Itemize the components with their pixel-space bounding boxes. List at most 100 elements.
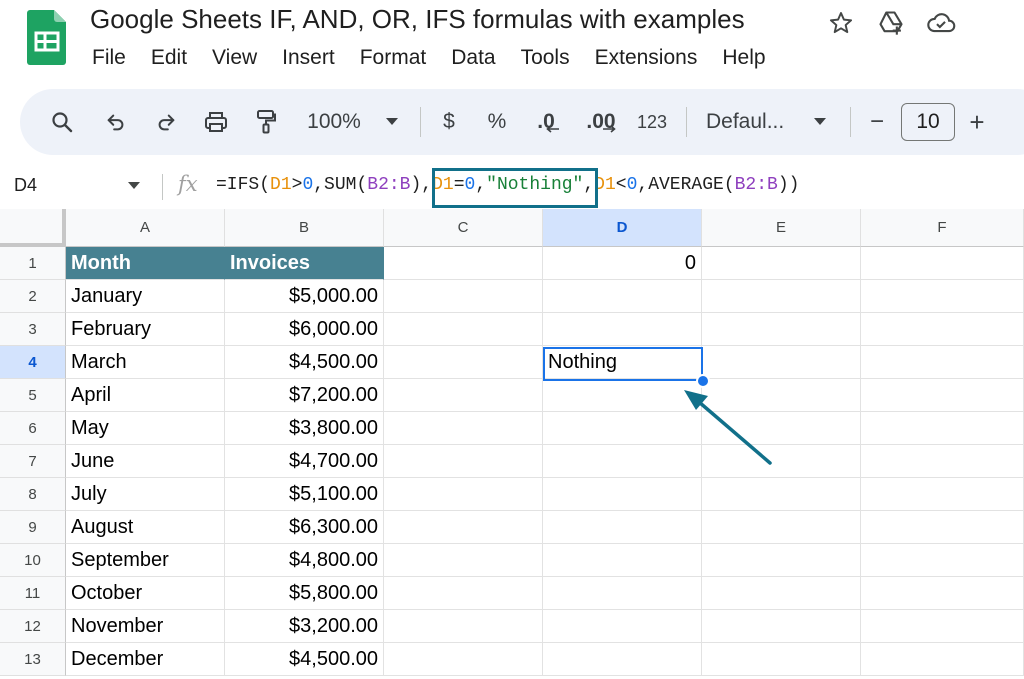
- undo-icon[interactable]: [100, 89, 132, 155]
- cell-b13[interactable]: $4,500.00: [225, 643, 384, 676]
- cell-f12[interactable]: [861, 610, 1024, 643]
- cell-b9[interactable]: $6,300.00: [225, 511, 384, 544]
- cell-b5[interactable]: $7,200.00: [225, 379, 384, 412]
- cell-a6[interactable]: May: [66, 412, 225, 445]
- cell-c13[interactable]: [384, 643, 543, 676]
- cell-a4[interactable]: March: [66, 346, 225, 379]
- number-format-button[interactable]: 123: [632, 89, 672, 155]
- cell-e11[interactable]: [702, 577, 861, 610]
- cell-f11[interactable]: [861, 577, 1024, 610]
- cell-c11[interactable]: [384, 577, 543, 610]
- star-icon[interactable]: [826, 8, 856, 38]
- menu-edit[interactable]: Edit: [151, 46, 187, 70]
- cloud-saved-icon[interactable]: [926, 8, 956, 38]
- cell-d12[interactable]: [543, 610, 702, 643]
- cell-b8[interactable]: $5,100.00: [225, 478, 384, 511]
- menu-help[interactable]: Help: [722, 46, 765, 70]
- cell-a8[interactable]: July: [66, 478, 225, 511]
- cell-e2[interactable]: [702, 280, 861, 313]
- cell-c4[interactable]: [384, 346, 543, 379]
- cell-c12[interactable]: [384, 610, 543, 643]
- document-title[interactable]: Google Sheets IF, AND, OR, IFS formulas …: [90, 4, 745, 35]
- cell-b10[interactable]: $4,800.00: [225, 544, 384, 577]
- cell-e3[interactable]: [702, 313, 861, 346]
- cell-b1[interactable]: Invoices: [225, 247, 384, 280]
- chevron-down-icon[interactable]: [382, 89, 402, 155]
- zoom-select[interactable]: 100%: [302, 89, 366, 155]
- cell-c7[interactable]: [384, 445, 543, 478]
- menu-format[interactable]: Format: [360, 46, 427, 70]
- row-header-10[interactable]: 10: [0, 544, 66, 577]
- cell-a5[interactable]: April: [66, 379, 225, 412]
- paint-format-icon[interactable]: [250, 89, 282, 155]
- row-header-2[interactable]: 2: [0, 280, 66, 313]
- print-icon[interactable]: [200, 89, 232, 155]
- cell-f6[interactable]: [861, 412, 1024, 445]
- cell-f8[interactable]: [861, 478, 1024, 511]
- menu-file[interactable]: File: [92, 46, 126, 70]
- cell-a7[interactable]: June: [66, 445, 225, 478]
- decrease-font-size-button[interactable]: −: [864, 89, 890, 155]
- select-all-corner[interactable]: [0, 209, 66, 247]
- cell-c9[interactable]: [384, 511, 543, 544]
- cell-e1[interactable]: [702, 247, 861, 280]
- percent-format-button[interactable]: %: [484, 89, 510, 155]
- cell-b4[interactable]: $4,500.00: [225, 346, 384, 379]
- column-header-b[interactable]: B: [225, 209, 384, 247]
- cell-b12[interactable]: $3,200.00: [225, 610, 384, 643]
- row-header-8[interactable]: 8: [0, 478, 66, 511]
- currency-format-button[interactable]: $: [436, 89, 462, 155]
- cell-c10[interactable]: [384, 544, 543, 577]
- cell-e9[interactable]: [702, 511, 861, 544]
- cell-d11[interactable]: [543, 577, 702, 610]
- cell-a2[interactable]: January: [66, 280, 225, 313]
- row-header-3[interactable]: 3: [0, 313, 66, 346]
- cell-f1[interactable]: [861, 247, 1024, 280]
- chevron-down-icon[interactable]: [128, 182, 140, 190]
- row-header-1[interactable]: 1: [0, 247, 66, 280]
- cell-b2[interactable]: $5,000.00: [225, 280, 384, 313]
- column-header-e[interactable]: E: [702, 209, 861, 247]
- cell-d10[interactable]: [543, 544, 702, 577]
- cell-d13[interactable]: [543, 643, 702, 676]
- row-header-4[interactable]: 4: [0, 346, 66, 379]
- increase-font-size-button[interactable]: +: [964, 89, 990, 155]
- cell-f7[interactable]: [861, 445, 1024, 478]
- cell-d3[interactable]: [543, 313, 702, 346]
- cell-c1[interactable]: [384, 247, 543, 280]
- column-header-c[interactable]: C: [384, 209, 543, 247]
- cell-e8[interactable]: [702, 478, 861, 511]
- cell-f13[interactable]: [861, 643, 1024, 676]
- menu-insert[interactable]: Insert: [282, 46, 335, 70]
- chevron-down-icon[interactable]: [810, 89, 830, 155]
- cell-a1[interactable]: Month: [66, 247, 225, 280]
- cell-c6[interactable]: [384, 412, 543, 445]
- move-to-drive-icon[interactable]: [876, 8, 906, 38]
- cell-d8[interactable]: [543, 478, 702, 511]
- cell-b7[interactable]: $4,700.00: [225, 445, 384, 478]
- column-header-f[interactable]: F: [861, 209, 1024, 247]
- font-size-input[interactable]: 10: [901, 103, 955, 141]
- menu-data[interactable]: Data: [451, 46, 495, 70]
- cell-a12[interactable]: November: [66, 610, 225, 643]
- row-header-5[interactable]: 5: [0, 379, 66, 412]
- cell-f9[interactable]: [861, 511, 1024, 544]
- cell-a11[interactable]: October: [66, 577, 225, 610]
- cell-e10[interactable]: [702, 544, 861, 577]
- redo-icon[interactable]: [150, 89, 182, 155]
- row-header-13[interactable]: 13: [0, 643, 66, 676]
- row-header-11[interactable]: 11: [0, 577, 66, 610]
- cell-e13[interactable]: [702, 643, 861, 676]
- cell-c5[interactable]: [384, 379, 543, 412]
- cell-f2[interactable]: [861, 280, 1024, 313]
- column-header-d[interactable]: D: [543, 209, 702, 247]
- cell-a3[interactable]: February: [66, 313, 225, 346]
- cell-a9[interactable]: August: [66, 511, 225, 544]
- cell-b11[interactable]: $5,800.00: [225, 577, 384, 610]
- menu-view[interactable]: View: [212, 46, 257, 70]
- name-box[interactable]: D4: [14, 175, 37, 196]
- cell-b3[interactable]: $6,000.00: [225, 313, 384, 346]
- cell-a13[interactable]: December: [66, 643, 225, 676]
- cell-f4[interactable]: [861, 346, 1024, 379]
- cell-b6[interactable]: $3,800.00: [225, 412, 384, 445]
